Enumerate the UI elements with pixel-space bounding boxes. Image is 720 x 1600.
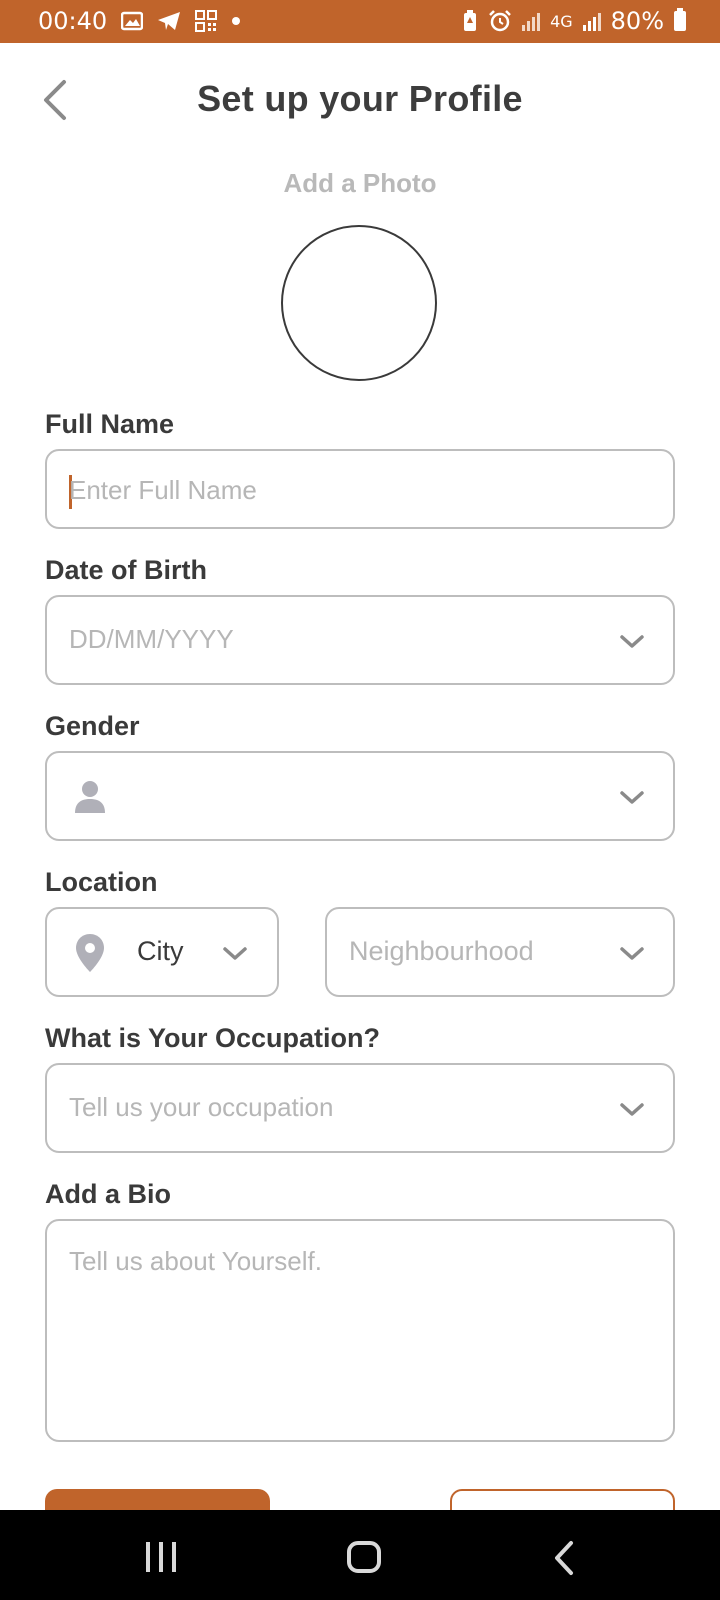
full-name-label: Full Name [45, 409, 175, 439]
qr-code-icon [195, 10, 218, 32]
signal-icon [582, 11, 601, 31]
status-time: 00:40 [38, 7, 108, 35]
city-select[interactable]: City [45, 907, 279, 997]
recent-apps-icon[interactable] [146, 1542, 176, 1572]
neighbourhood-select[interactable]: Neighbourhood [325, 907, 675, 997]
dob-select[interactable]: DD/MM/YYYY [45, 595, 675, 685]
dot-icon [232, 17, 241, 25]
gender-label: Gender [45, 711, 140, 741]
bio-placeholder: Tell us about Yourself. [69, 1246, 322, 1276]
gender-select[interactable] [45, 751, 675, 841]
neighbourhood-placeholder: Neighbourhood [349, 936, 534, 966]
occupation-label: What is Your Occupation? [45, 1023, 381, 1053]
signal-icon [522, 11, 541, 31]
dob-placeholder: DD/MM/YYYY [69, 624, 234, 654]
occupation-select[interactable]: Tell us your occupation [45, 1063, 675, 1153]
telegram-icon [158, 12, 181, 30]
occupation-placeholder: Tell us your occupation [69, 1092, 334, 1122]
back-icon[interactable] [553, 1540, 575, 1576]
person-icon [75, 781, 105, 813]
chevron-down-icon [223, 947, 247, 960]
battery-saver-icon [464, 10, 477, 31]
location-pin-icon [76, 934, 104, 972]
alarm-icon [489, 10, 511, 32]
gallery-icon [121, 11, 144, 31]
chevron-down-icon [620, 635, 644, 648]
city-value: City [137, 936, 184, 966]
chevron-down-icon [620, 947, 644, 960]
bio-label: Add a Bio [45, 1179, 171, 1209]
battery-percent: 80% [610, 7, 664, 35]
page-title: Set up your Profile [197, 78, 523, 119]
location-label: Location [45, 867, 158, 897]
full-name-placeholder: Enter Full Name [69, 475, 257, 505]
chevron-down-icon [620, 791, 644, 804]
battery-icon [674, 8, 686, 31]
photo-upload-circle[interactable] [281, 225, 437, 381]
dob-label: Date of Birth [45, 555, 207, 585]
status-bar: 00:40 4G 80% [0, 0, 720, 43]
chevron-down-icon [620, 1103, 644, 1116]
add-photo-label: Add a Photo [283, 168, 437, 198]
full-name-input[interactable]: Enter Full Name [45, 449, 675, 529]
home-icon[interactable] [347, 1541, 381, 1573]
bio-textarea[interactable]: Tell us about Yourself. [45, 1219, 675, 1442]
network-4g-icon: 4G [550, 11, 573, 31]
